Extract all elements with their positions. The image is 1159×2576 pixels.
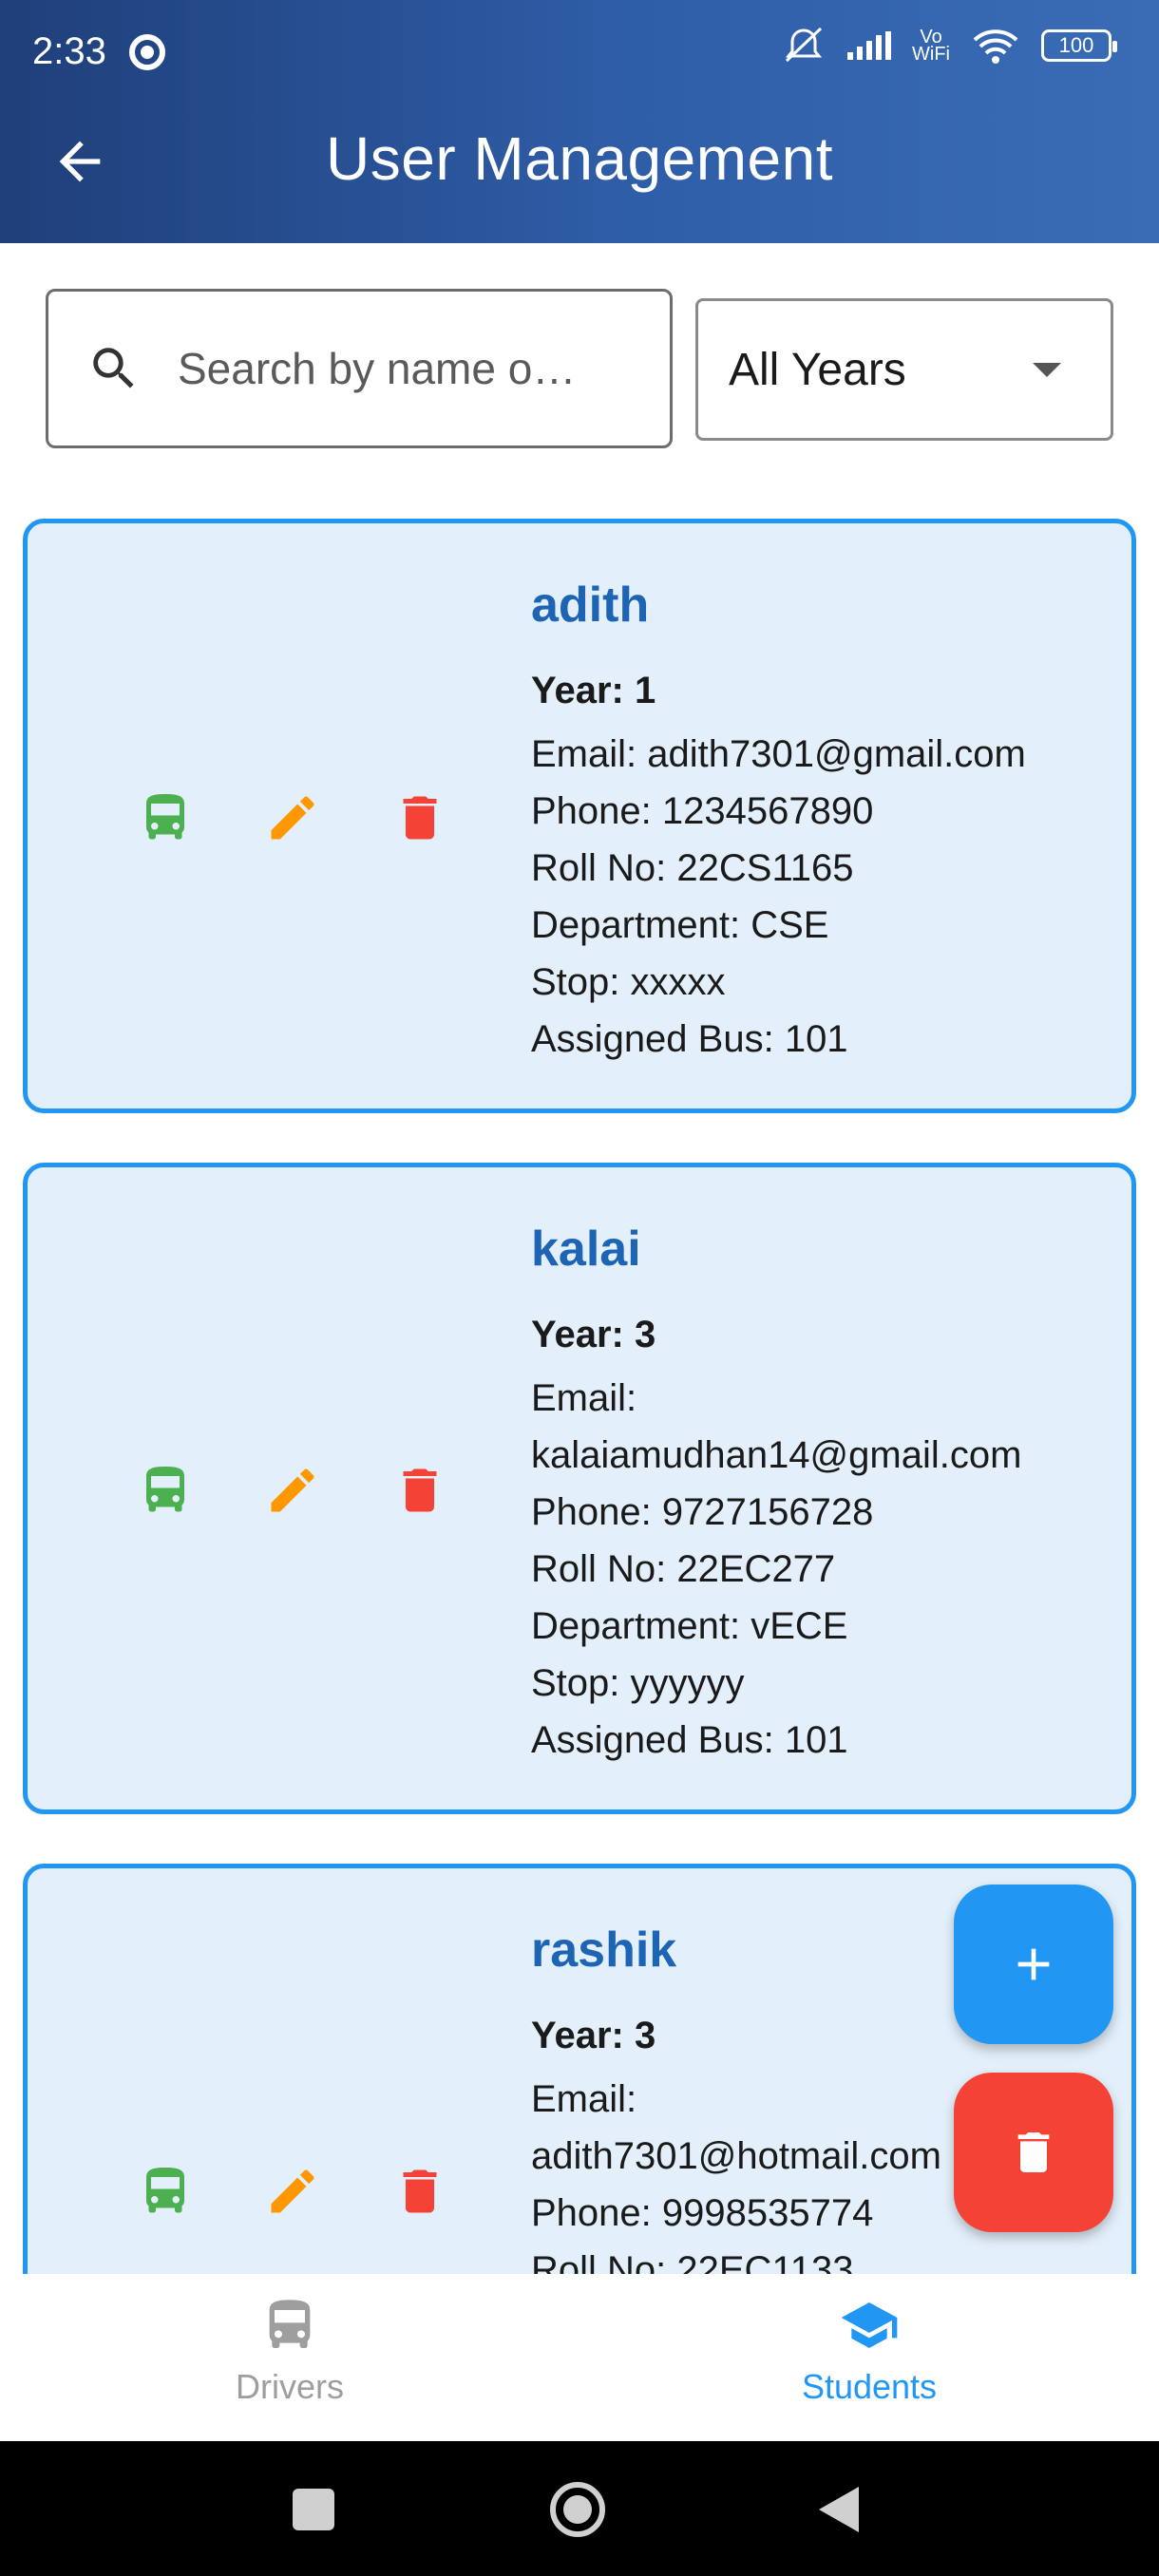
student-phone: Phone: 9727156728: [531, 1491, 874, 1533]
square-icon: [293, 2489, 334, 2530]
app-bar: 2:33 Vo WiFi 100 User Management: [0, 0, 1159, 243]
search-icon: [93, 348, 134, 388]
edit-student-button[interactable]: [229, 1462, 356, 1519]
triangle-back-icon: [819, 2487, 859, 2532]
assign-bus-button[interactable]: [102, 1462, 229, 1519]
recent-apps-button[interactable]: [291, 2487, 336, 2537]
status-notification-icon: [129, 34, 165, 70]
signal-icon: [847, 31, 892, 60]
delete-all-button[interactable]: [954, 2073, 1113, 2232]
year-filter-dropdown[interactable]: All Years: [695, 298, 1113, 441]
year-filter-value: All Years: [729, 344, 906, 395]
edit-student-button[interactable]: [229, 2163, 356, 2220]
student-stop: Stop: xxxxx: [531, 961, 726, 1003]
nav-label-drivers: Drivers: [236, 2367, 344, 2406]
student-email-label: Email:: [531, 1377, 637, 1419]
student-name: adith: [531, 578, 650, 633]
student-assigned-bus: Assigned Bus: 101: [531, 1018, 848, 1060]
trash-icon: [403, 1468, 437, 1512]
student-roll-no: Roll No: 22EC1133: [531, 2249, 854, 2274]
mute-icon: [785, 27, 823, 63]
bottom-navigation: Drivers Students: [0, 2274, 1159, 2441]
bus-icon: [146, 2168, 184, 2213]
status-icons: Vo WiFi 100: [781, 27, 1117, 65]
student-info: adith Year: 1 Email: adith7301@gmail.com…: [531, 577, 1112, 1068]
add-student-button[interactable]: [954, 1885, 1113, 2044]
student-email: Email: adith7301@gmail.com: [531, 733, 1026, 775]
page-title: User Management: [326, 124, 833, 193]
delete-student-button[interactable]: [356, 789, 484, 846]
nav-label-students: Students: [801, 2367, 938, 2406]
student-card: kalai Year: 3 Email: kalaiamudhan14@gmai…: [23, 1163, 1136, 1814]
student-info: kalai Year: 3 Email: kalaiamudhan14@gmai…: [531, 1221, 1112, 1769]
student-department: Department: CSE: [531, 904, 829, 946]
trash-icon: [403, 2169, 437, 2213]
bus-icon: [146, 1467, 184, 1512]
dropdown-arrow-icon: [1033, 363, 1061, 377]
pencil-icon: [271, 2169, 314, 2213]
assign-bus-button[interactable]: [102, 2163, 229, 2220]
search-field[interactable]: [46, 289, 673, 448]
trash-icon: [1017, 2132, 1050, 2172]
student-roll-no: Roll No: 22EC277: [531, 1548, 836, 1590]
school-icon: [841, 2302, 898, 2348]
bus-icon: [146, 794, 184, 840]
student-assigned-bus: Assigned Bus: 101: [531, 1719, 848, 1761]
delete-student-button[interactable]: [356, 2163, 484, 2220]
student-phone: Phone: 1234567890: [531, 790, 874, 832]
pencil-icon: [271, 796, 314, 840]
wifi-icon: [973, 29, 1018, 64]
bus-icon: [269, 2300, 311, 2348]
search-input[interactable]: [178, 343, 615, 394]
vowifi-label: Vo WiFi: [912, 27, 950, 65]
battery-indicator: 100: [1041, 29, 1117, 62]
student-name: kalai: [531, 1222, 641, 1277]
student-department: Department: vECE: [531, 1605, 848, 1647]
student-year: Year: 1: [531, 670, 656, 711]
pencil-icon: [271, 1468, 314, 1512]
status-time: 2:33: [32, 30, 106, 72]
assign-bus-button[interactable]: [102, 789, 229, 846]
edit-student-button[interactable]: [229, 789, 356, 846]
student-email: kalaiamudhan14@gmail.com: [531, 1434, 1022, 1476]
circle-icon: [550, 2482, 605, 2537]
back-nav-button[interactable]: [815, 2483, 863, 2541]
student-stop: Stop: yyyyyy: [531, 1662, 745, 1704]
student-year: Year: 3: [531, 1314, 656, 1355]
plus-icon: [1017, 1948, 1050, 1980]
nav-item-drivers[interactable]: Drivers: [0, 2274, 580, 2441]
student-card: adith Year: 1 Email: adith7301@gmail.com…: [23, 519, 1136, 1113]
home-button[interactable]: [547, 2479, 608, 2545]
trash-icon: [403, 796, 437, 840]
student-roll-no: Roll No: 22CS1165: [531, 847, 854, 889]
delete-student-button[interactable]: [356, 1462, 484, 1519]
system-navigation-bar: [0, 2441, 1159, 2576]
nav-item-students[interactable]: Students: [580, 2274, 1159, 2441]
